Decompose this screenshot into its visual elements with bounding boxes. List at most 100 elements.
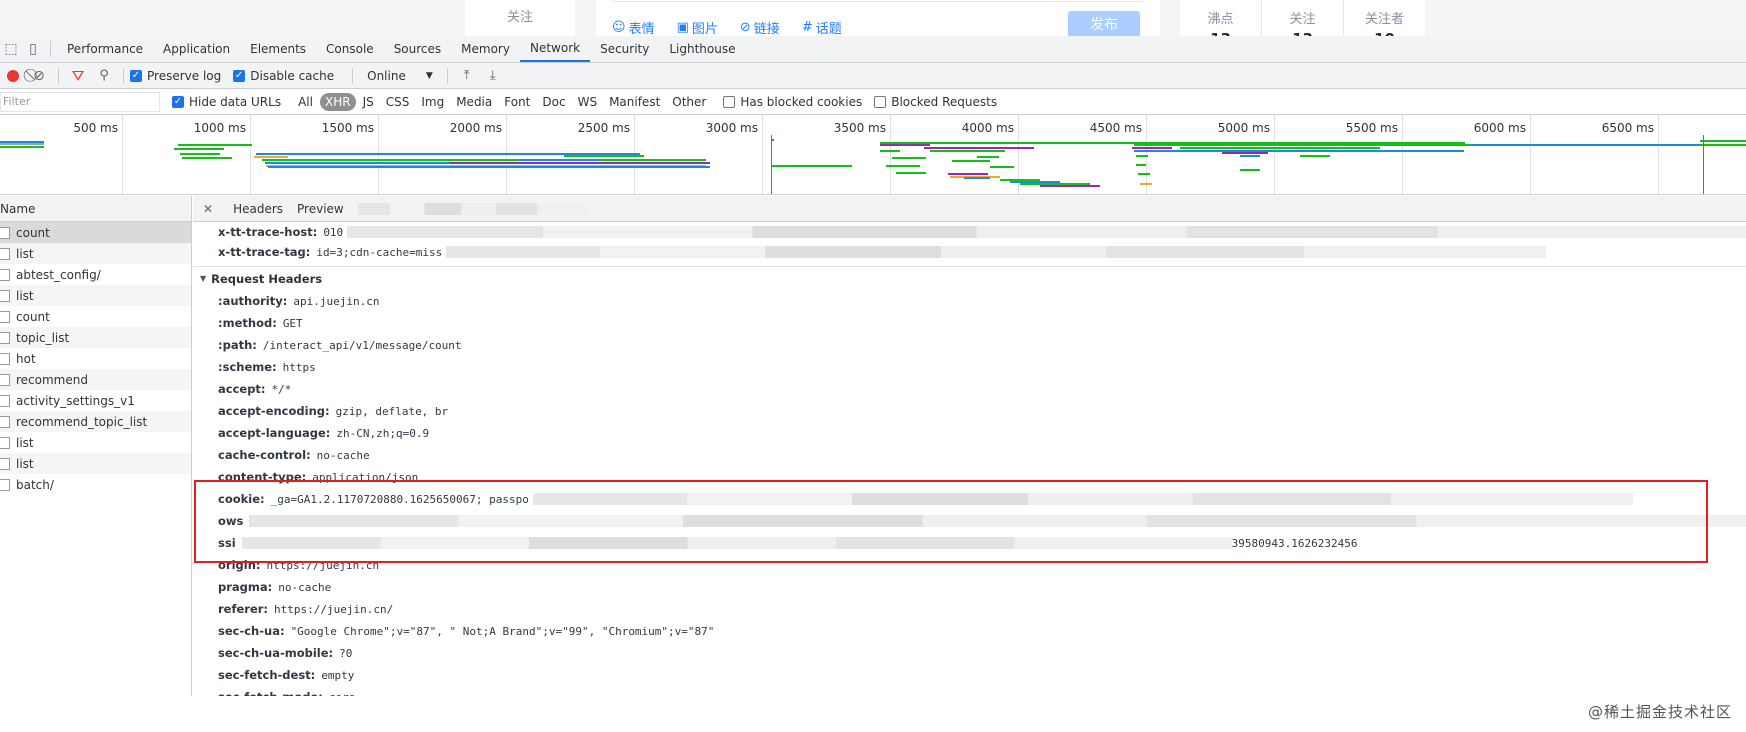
type-filter-ws[interactable]: WS — [573, 93, 602, 111]
record-button[interactable] — [0, 63, 26, 89]
request-row[interactable]: list — [0, 432, 191, 453]
composer-tool-0[interactable]: ☺ 表情 — [612, 18, 655, 36]
throttling-select[interactable]: Online ▼ — [359, 69, 441, 83]
request-row[interactable]: activity_settings_v1 — [0, 390, 191, 411]
header-key: referer: — [218, 602, 269, 616]
import-har-button[interactable]: ⤒ — [454, 63, 480, 89]
header-value: https://juejin.cn — [266, 558, 380, 572]
tab-lighthouse[interactable]: Lighthouse — [659, 36, 745, 62]
type-filter-js[interactable]: JS — [358, 93, 379, 111]
header-key: x-tt-trace-host: — [218, 225, 318, 239]
type-filter-img[interactable]: Img — [416, 93, 449, 111]
stat-item[interactable]: 关注13 — [1261, 0, 1343, 36]
timeline-tick-label: 2000 ms — [449, 121, 502, 135]
tab-sources[interactable]: Sources — [384, 36, 451, 62]
network-filterbar: Filter ✓ Hide data URLs All XHR JS CSS Img Me… — [0, 89, 1746, 115]
filter-toggle-button[interactable]: ⛛ — [65, 63, 91, 89]
dom-content-loaded-marker — [771, 135, 772, 194]
preserve-log-checkbox[interactable]: ✓ Preserve log — [130, 69, 221, 83]
request-row[interactable]: batch/ — [0, 474, 191, 495]
details-tab-headers[interactable]: Headers — [233, 202, 283, 216]
has-blocked-cookies-checkbox[interactable]: Has blocked cookies — [723, 95, 862, 109]
request-name: hot — [16, 351, 36, 366]
timeline-tick-label: 5000 ms — [1217, 121, 1270, 135]
publish-button[interactable]: 发布 — [1068, 11, 1140, 36]
composer-tool-3[interactable]: # 话题 — [802, 18, 842, 36]
hide-data-urls-checkbox[interactable]: ✓ Hide data URLs — [172, 95, 281, 109]
timeline-tick-label: 1000 ms — [193, 121, 246, 135]
tab-security[interactable]: Security — [590, 36, 659, 62]
inspect-element-icon[interactable]: ⬚ — [0, 36, 22, 62]
request-row[interactable]: list — [0, 453, 191, 474]
waterfall-bar — [1140, 183, 1152, 185]
tab-elements[interactable]: Elements — [240, 36, 316, 62]
tab-application[interactable]: Application — [153, 36, 240, 62]
type-filter-other[interactable]: Other — [667, 93, 711, 111]
header-key: x-tt-trace-tag: — [218, 245, 311, 259]
type-filter-manifest[interactable]: Manifest — [604, 93, 665, 111]
header-key: cookie: — [218, 492, 265, 506]
disable-cache-checkbox[interactable]: ✓ Disable cache — [233, 69, 334, 83]
devtools-tabbar: ⬚ ▯ Performance Application Elements Consol… — [0, 36, 1746, 63]
close-details-icon[interactable]: ✕ — [203, 202, 213, 216]
request-name: activity_settings_v1 — [16, 393, 135, 408]
request-row[interactable]: topic_list — [0, 327, 191, 348]
timeline-tick-label: 4500 ms — [1089, 121, 1142, 135]
filter-input[interactable]: Filter — [0, 91, 160, 112]
device-toolbar-icon[interactable]: ▯ — [22, 36, 44, 62]
section-title: Request Headers — [211, 271, 323, 286]
waterfall-bar — [948, 173, 988, 175]
composer-tool-1[interactable]: ▣ 图片 — [677, 18, 718, 36]
type-filter-xhr[interactable]: XHR — [319, 92, 356, 111]
stat-item[interactable]: 关注者10 — [1343, 0, 1425, 36]
request-row[interactable]: hot — [0, 348, 191, 369]
request-row[interactable]: recommend — [0, 369, 191, 390]
follow-card[interactable]: 关注 — [465, 0, 575, 36]
request-name: list — [16, 456, 34, 471]
type-filter-font[interactable]: Font — [499, 93, 535, 111]
request-row[interactable]: abtest_config/ — [0, 264, 191, 285]
waterfall-bar — [450, 162, 710, 164]
timeline-tick-label: 2500 ms — [577, 121, 630, 135]
request-row[interactable]: recommend_topic_list — [0, 411, 191, 432]
export-har-button[interactable]: ⤓ — [480, 63, 506, 89]
blocked-requests-checkbox[interactable]: Blocked Requests — [874, 95, 997, 109]
tab-network[interactable]: Network — [519, 36, 591, 62]
request-name: recommend — [16, 372, 88, 387]
request-list-header[interactable]: Name — [0, 196, 191, 222]
stat-item[interactable]: 沸点13 — [1180, 0, 1261, 36]
clear-button[interactable]: ⃠⊘ — [26, 63, 52, 89]
type-filter-all[interactable]: All — [293, 93, 318, 111]
header-line: sec-ch-ua: "Google Chrome";v="87", " Not;… — [193, 620, 1746, 642]
waterfall-bar — [178, 144, 252, 146]
header-line: cookie: _ga=GA1.2.1170720880.1625650067; … — [193, 488, 1746, 510]
composer-tool-2[interactable]: ⊘ 链接 — [740, 18, 780, 36]
header-key: pragma: — [218, 580, 273, 594]
search-button[interactable]: ⚲ — [91, 63, 117, 89]
header-key: content-type: — [218, 470, 307, 484]
request-type-icon — [0, 247, 10, 260]
waterfall-bar — [0, 143, 44, 145]
header-value: ?0 — [339, 646, 353, 660]
tab-performance[interactable]: Performance — [57, 36, 153, 62]
request-row[interactable]: count — [0, 222, 191, 243]
details-tab-preview[interactable]: Preview — [297, 202, 344, 216]
request-type-icon — [0, 331, 10, 344]
link-icon: ⊘ — [739, 20, 751, 35]
type-filter-media[interactable]: Media — [451, 93, 497, 111]
header-line: sec-fetch-mode: cors — [193, 686, 1746, 696]
request-row[interactable]: count — [0, 306, 191, 327]
tab-memory[interactable]: Memory — [451, 36, 520, 62]
network-overview-timeline[interactable]: 500 ms 1000 ms 1500 ms 2000 ms 2500 ms 3000 m… — [0, 115, 1746, 195]
request-type-icon — [0, 457, 10, 470]
request-row[interactable]: list — [0, 285, 191, 306]
tab-console[interactable]: Console — [316, 36, 384, 62]
header-value: api.juejin.cn — [293, 294, 380, 308]
header-value: "Google Chrome";v="87", " Not;A Brand";v… — [290, 624, 715, 638]
request-headers-section[interactable]: ▼ Request Headers — [193, 266, 1746, 290]
composer-input-edge[interactable] — [612, 0, 1144, 2]
type-filter-doc[interactable]: Doc — [537, 93, 570, 111]
type-filter-css[interactable]: CSS — [381, 93, 415, 111]
network-toolbar: ⃠⊘ ⛛ ⚲ ✓ Preserve log ✓ Disable cache On… — [0, 63, 1746, 89]
request-row[interactable]: list — [0, 243, 191, 264]
